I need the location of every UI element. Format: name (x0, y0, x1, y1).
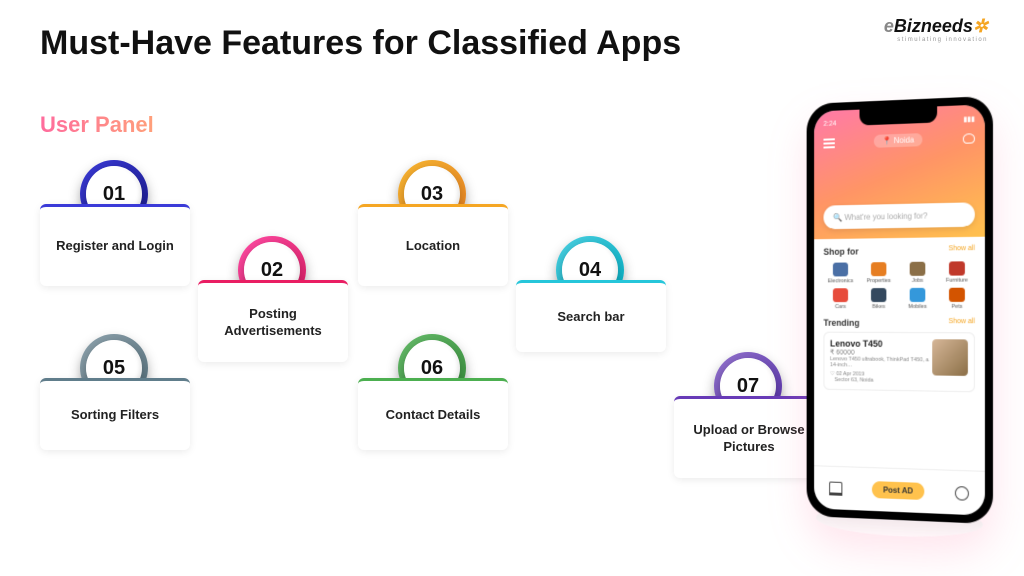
bell-icon[interactable] (963, 133, 975, 144)
feature-card-location: Location (358, 204, 508, 286)
category-grid: Electronics Properties Jobs Furniture Cars Bi… (823, 261, 974, 310)
shop-section: Shop for Show all Electronics Properties J… (814, 237, 985, 310)
feature-card-posting: Posting Advertisements (198, 280, 348, 362)
phone-topbar: 📍 Noida (823, 131, 974, 149)
listing-image (932, 339, 968, 376)
phone-screen: 2:24 ▮▮▮ 📍 Noida 🔍 What're you looking f… (814, 104, 985, 515)
show-all-link[interactable]: Show all (949, 245, 975, 255)
logo-part-e: e (884, 16, 894, 36)
category-item[interactable]: Pets (939, 288, 975, 310)
page-title: Must-Have Features for Classified Apps (40, 24, 681, 63)
category-icon (871, 262, 886, 276)
category-item[interactable]: Furniture (939, 261, 975, 284)
feature-num-03: 03 (421, 183, 443, 206)
feature-label: Contact Details (378, 407, 489, 424)
category-icon (910, 288, 926, 302)
feature-card-search: Search bar (516, 280, 666, 352)
shop-title: Shop for (823, 247, 858, 257)
feature-card-register: Register and Login (40, 204, 190, 286)
category-item[interactable]: Properties (861, 262, 896, 284)
feature-num-02: 02 (261, 259, 283, 282)
feature-num-07: 07 (737, 375, 759, 398)
feature-label: Search bar (549, 309, 632, 326)
logo-tagline: stimulating innovation (884, 37, 988, 43)
location-text: Noida (894, 135, 914, 145)
section-subtitle: User Panel (40, 112, 154, 138)
category-label: Jobs (900, 278, 935, 284)
category-label: Properties (861, 278, 896, 284)
feature-num-06: 06 (421, 357, 443, 380)
phone-notch (859, 106, 937, 125)
feature-num-01: 01 (103, 183, 125, 206)
category-item[interactable]: Cars (823, 288, 857, 310)
category-icon (949, 261, 965, 275)
category-item[interactable]: Mobiles (900, 288, 935, 310)
phone-body: 2:24 ▮▮▮ 📍 Noida 🔍 What're you looking f… (807, 96, 993, 524)
feature-card-upload: Upload or Browse Pictures (674, 396, 824, 478)
category-icon (910, 262, 926, 276)
home-icon[interactable] (829, 481, 842, 495)
feature-num-04: 04 (579, 259, 601, 282)
category-icon (871, 288, 886, 302)
phone-time: 2:24 (823, 120, 836, 128)
category-icon (833, 262, 848, 276)
phone-header: 2:24 ▮▮▮ 📍 Noida 🔍 What're you looking f… (814, 104, 985, 239)
category-item[interactable]: Jobs (900, 262, 935, 284)
category-label: Cars (823, 304, 857, 310)
listing-desc: Lenovo T450 ultrabook, ThinkPad T450, a … (830, 356, 932, 369)
category-item[interactable]: Bikes (861, 288, 896, 310)
category-label: Pets (939, 304, 975, 310)
show-all-link[interactable]: Show all (949, 318, 975, 328)
feature-num-05: 05 (103, 357, 125, 380)
feature-card-contact: Contact Details (358, 378, 508, 450)
brand-logo: eBizneeds✲ stimulating innovation (884, 16, 988, 43)
listing-card[interactable]: Lenovo T450 ₹ 60000 Lenovo T450 ultraboo… (823, 332, 974, 393)
category-label: Bikes (861, 304, 896, 310)
feature-label: Location (398, 238, 468, 255)
shop-header: Shop for Show all (823, 245, 974, 257)
search-placeholder: What're you looking for? (844, 211, 927, 222)
category-item[interactable]: Electronics (823, 262, 857, 284)
location-chip[interactable]: 📍 Noida (874, 133, 922, 148)
trending-header: Trending Show all (823, 318, 974, 328)
bottom-nav: Post AD (814, 465, 985, 515)
feature-label: Register and Login (48, 238, 182, 255)
trending-title: Trending (823, 318, 859, 328)
profile-icon[interactable] (955, 486, 969, 501)
listing-text: Lenovo T450 ₹ 60000 Lenovo T450 ultraboo… (830, 339, 932, 385)
logo-part-bizneeds: Bizneeds (894, 16, 973, 36)
category-icon (833, 288, 848, 302)
category-icon (949, 288, 965, 302)
logo-gear-icon: ✲ (973, 16, 988, 36)
phone-mockup: 2:24 ▮▮▮ 📍 Noida 🔍 What're you looking f… (807, 96, 993, 524)
category-label: Mobiles (900, 304, 935, 310)
listing-meta: ♡ 02 Apr 2019 Sector 63, Noida (830, 371, 932, 384)
feature-label: Posting Advertisements (198, 306, 348, 340)
post-ad-button[interactable]: Post AD (872, 481, 925, 500)
feature-card-sorting: Sorting Filters (40, 378, 190, 450)
menu-icon[interactable] (823, 138, 834, 148)
trending-section: Trending Show all Lenovo T450 ₹ 60000 Le… (814, 310, 985, 392)
category-label: Electronics (823, 278, 857, 284)
feature-label: Sorting Filters (63, 407, 167, 424)
category-label: Furniture (939, 277, 975, 283)
phone-signal-icon: ▮▮▮ (963, 115, 975, 124)
search-input[interactable]: 🔍 What're you looking for? (823, 202, 974, 229)
feature-label: Upload or Browse Pictures (674, 422, 824, 456)
